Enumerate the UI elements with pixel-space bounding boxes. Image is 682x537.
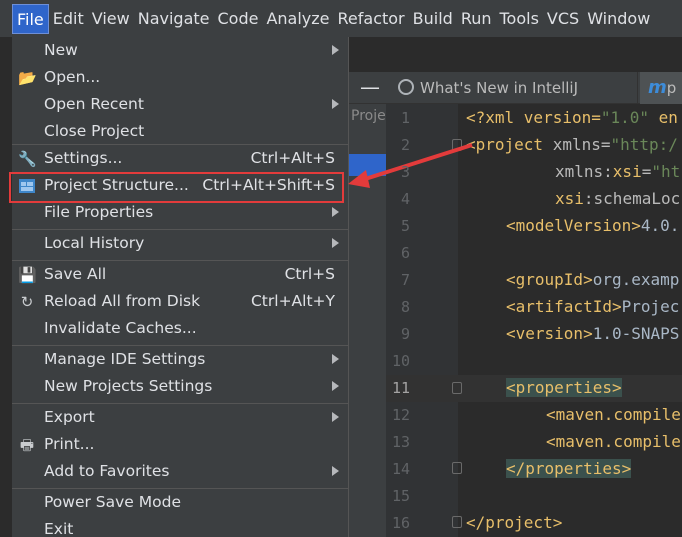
line-number: 1 xyxy=(400,109,410,127)
line-number: 14 xyxy=(391,460,410,478)
line-number: 4 xyxy=(400,190,410,208)
line-number: 2 xyxy=(400,136,410,154)
line-number: 12 xyxy=(391,406,410,424)
line-number: 15 xyxy=(391,487,410,505)
line-number: 16 xyxy=(391,514,410,532)
line-number: 9 xyxy=(400,325,410,343)
line-number: 11 xyxy=(391,379,410,397)
annotation-arrow-head xyxy=(348,170,370,188)
annotation-arrow-line xyxy=(361,143,473,182)
line-number: 13 xyxy=(391,433,410,451)
annotation-arrow xyxy=(348,143,473,188)
line-number: 8 xyxy=(400,298,410,316)
line-number: 3 xyxy=(400,163,410,181)
line-number: 7 xyxy=(400,271,410,289)
line-number: 10 xyxy=(391,352,410,370)
line-number: 5 xyxy=(400,217,410,235)
line-number: 6 xyxy=(400,244,410,262)
